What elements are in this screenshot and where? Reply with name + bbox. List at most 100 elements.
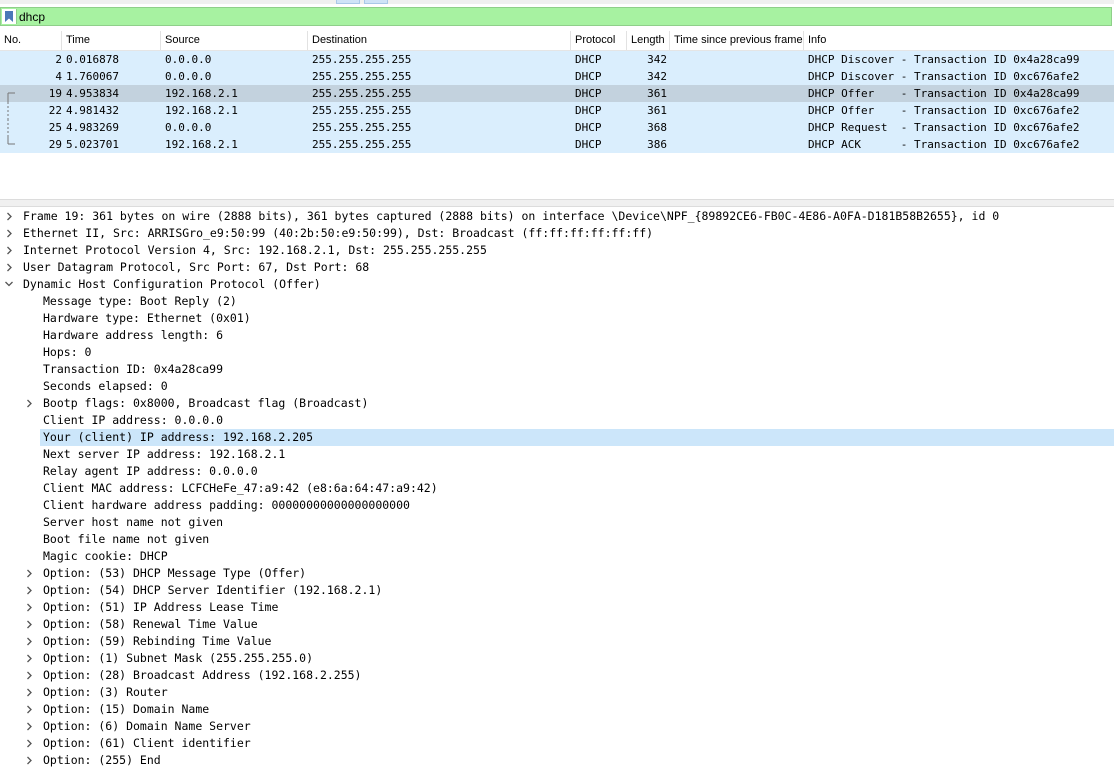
detail-tree-item[interactable]: Client hardware address padding: 0000000…	[0, 497, 1114, 514]
detail-tree-item[interactable]: Client IP address: 0.0.0.0	[0, 412, 1114, 429]
detail-tree-item[interactable]: Option: (61) Client identifier	[0, 735, 1114, 752]
detail-tree-item[interactable]: Option: (58) Renewal Time Value	[0, 616, 1114, 633]
chevron-right-icon[interactable]	[23, 718, 35, 735]
column-header-protocol[interactable]: Protocol	[571, 31, 627, 50]
detail-tree-item-label: Hops: 0	[43, 345, 92, 359]
detail-tree-item[interactable]: Bootp flags: 0x8000, Broadcast flag (Bro…	[0, 395, 1114, 412]
chevron-right-icon[interactable]	[23, 752, 35, 769]
detail-tree-item[interactable]: Option: (15) Domain Name	[0, 701, 1114, 718]
detail-tree-item[interactable]: Relay agent IP address: 0.0.0.0	[0, 463, 1114, 480]
detail-tree-item[interactable]: Option: (28) Broadcast Address (192.168.…	[0, 667, 1114, 684]
packet-dst: 255.255.255.255	[312, 121, 412, 134]
detail-tree-item[interactable]: Boot file name not given	[0, 531, 1114, 548]
packet-row[interactable]: 4 1.760067 0.0.0.0 255.255.255.255 DHCP 342 DH…	[0, 68, 1114, 85]
pane-splitter[interactable]	[0, 199, 1114, 207]
packet-time: 4.981432	[66, 104, 119, 117]
chevron-right-icon[interactable]	[23, 701, 35, 718]
chevron-right-icon[interactable]	[23, 599, 35, 616]
packet-info: DHCP Offer - Transaction ID 0x4a28ca99	[808, 87, 1080, 100]
detail-tree-item[interactable]: Hardware type: Ethernet (0x01)	[0, 310, 1114, 327]
detail-tree-item[interactable]: Option: (51) IP Address Lease Time	[0, 599, 1114, 616]
bookmark-icon[interactable]	[2, 9, 17, 24]
detail-tree-item-label: Boot file name not given	[43, 532, 210, 546]
chevron-right-icon[interactable]	[23, 684, 35, 701]
packet-src: 0.0.0.0	[165, 70, 212, 83]
packet-len: 361	[647, 87, 667, 100]
toolbar-button-edge[interactable]	[364, 0, 388, 4]
detail-tree-item[interactable]: Hardware address length: 6	[0, 327, 1114, 344]
display-filter-input[interactable]	[19, 9, 1099, 24]
chevron-right-icon[interactable]	[23, 650, 35, 667]
chevron-right-icon[interactable]	[3, 225, 15, 242]
column-header-no[interactable]: No.	[0, 31, 62, 50]
detail-tree-item-label: Client MAC address: LCFCHeFe_47:a9:42 (e…	[43, 481, 438, 495]
detail-tree-item-label: Server host name not given	[43, 515, 224, 529]
packet-time: 5.023701	[66, 138, 119, 151]
chevron-right-icon[interactable]	[23, 565, 35, 582]
toolbar-remnant	[0, 0, 1114, 4]
detail-tree-item[interactable]: Option: (3) Router	[0, 684, 1114, 701]
detail-tree-item[interactable]: Server host name not given	[0, 514, 1114, 531]
detail-tree-item-label: Option: (59) Rebinding Time Value	[43, 634, 272, 648]
packet-row[interactable]: 25 4.983269 0.0.0.0 255.255.255.255 DHCP 368 D…	[0, 119, 1114, 136]
detail-tree-item[interactable]: Option: (59) Rebinding Time Value	[0, 633, 1114, 650]
packet-proto: DHCP	[575, 53, 602, 66]
detail-tree-item[interactable]: Dynamic Host Configuration Protocol (Off…	[0, 276, 1114, 293]
detail-tree-item-label: Bootp flags: 0x8000, Broadcast flag (Bro…	[43, 396, 369, 410]
packet-proto: DHCP	[575, 138, 602, 151]
chevron-right-icon[interactable]	[3, 259, 15, 276]
detail-tree-item[interactable]: Client MAC address: LCFCHeFe_47:a9:42 (e…	[0, 480, 1114, 497]
packet-number: 2	[55, 53, 62, 66]
detail-tree-item[interactable]: Ethernet II, Src: ARRISGro_e9:50:99 (40:…	[0, 225, 1114, 242]
packet-row[interactable]: 19 4.953834 192.168.2.1 255.255.255.255 DHCP…	[0, 85, 1114, 102]
column-header-source[interactable]: Source	[161, 31, 308, 50]
chevron-right-icon[interactable]	[3, 242, 15, 259]
packet-info: DHCP Request - Transaction ID 0xc676afe2	[808, 121, 1080, 134]
packet-row[interactable]: 22 4.981432 192.168.2.1 255.255.255.255 DHCP…	[0, 102, 1114, 119]
detail-tree-item[interactable]: Magic cookie: DHCP	[0, 548, 1114, 565]
detail-tree-item[interactable]: Seconds elapsed: 0	[0, 378, 1114, 395]
display-filter-bar	[0, 7, 1112, 26]
column-header-destination[interactable]: Destination	[308, 31, 571, 50]
chevron-right-icon[interactable]	[23, 633, 35, 650]
chevron-down-icon[interactable]	[3, 276, 15, 293]
detail-tree-item-label: Option: (15) Domain Name	[43, 702, 210, 716]
packet-proto: DHCP	[575, 121, 602, 134]
column-header-time[interactable]: Time	[62, 31, 161, 50]
detail-tree-item[interactable]: User Datagram Protocol, Src Port: 67, Ds…	[0, 259, 1114, 276]
packet-row[interactable]: 2 0.016878 0.0.0.0 255.255.255.255 DHCP 342 DH…	[0, 51, 1114, 68]
detail-tree-item-label: Magic cookie: DHCP	[43, 549, 168, 563]
related-packet-indicator	[6, 102, 16, 119]
detail-tree-item[interactable]: Your (client) IP address: 192.168.2.205	[40, 429, 1114, 446]
detail-tree-item[interactable]: Option: (255) End	[0, 752, 1114, 769]
chevron-right-icon[interactable]	[23, 667, 35, 684]
detail-tree-item-label: Option: (1) Subnet Mask (255.255.255.0)	[43, 651, 314, 665]
packet-info: DHCP ACK - Transaction ID 0xc676afe2	[808, 138, 1080, 151]
detail-tree-item[interactable]: Transaction ID: 0x4a28ca99	[0, 361, 1114, 378]
detail-tree-item[interactable]: Option: (6) Domain Name Server	[0, 718, 1114, 735]
chevron-right-icon[interactable]	[3, 208, 15, 225]
detail-tree-item-label: Option: (6) Domain Name Server	[43, 719, 251, 733]
packet-row[interactable]: 29 5.023701 192.168.2.1 255.255.255.255 DHCP…	[0, 136, 1114, 153]
detail-tree-item[interactable]: Frame 19: 361 bytes on wire (2888 bits),…	[0, 208, 1114, 225]
detail-tree-item-label: Option: (3) Router	[43, 685, 168, 699]
detail-tree-item[interactable]: Hops: 0	[0, 344, 1114, 361]
detail-tree-item[interactable]: Internet Protocol Version 4, Src: 192.16…	[0, 242, 1114, 259]
column-header-info[interactable]: Info	[804, 31, 1114, 50]
column-header-time-since-previous[interactable]: Time since previous frame	[670, 31, 804, 50]
detail-tree-item[interactable]: Option: (53) DHCP Message Type (Offer)	[0, 565, 1114, 582]
detail-tree-item-label: Client IP address: 0.0.0.0	[43, 413, 224, 427]
chevron-right-icon[interactable]	[23, 582, 35, 599]
detail-tree-item[interactable]: Message type: Boot Reply (2)	[0, 293, 1114, 310]
chevron-right-icon[interactable]	[23, 395, 35, 412]
chevron-right-icon[interactable]	[23, 616, 35, 633]
column-header-length[interactable]: Length	[627, 31, 670, 50]
detail-tree-item[interactable]: Option: (1) Subnet Mask (255.255.255.0)	[0, 650, 1114, 667]
detail-tree-item[interactable]: Next server IP address: 192.168.2.1	[0, 446, 1114, 463]
toolbar-button-edge[interactable]	[336, 0, 360, 4]
packet-proto: DHCP	[575, 70, 602, 83]
detail-tree-item[interactable]: Option: (54) DHCP Server Identifier (192…	[0, 582, 1114, 599]
detail-tree-item-label: Next server IP address: 192.168.2.1	[43, 447, 286, 461]
detail-tree-item-label: Option: (61) Client identifier	[43, 736, 251, 750]
chevron-right-icon[interactable]	[23, 735, 35, 752]
